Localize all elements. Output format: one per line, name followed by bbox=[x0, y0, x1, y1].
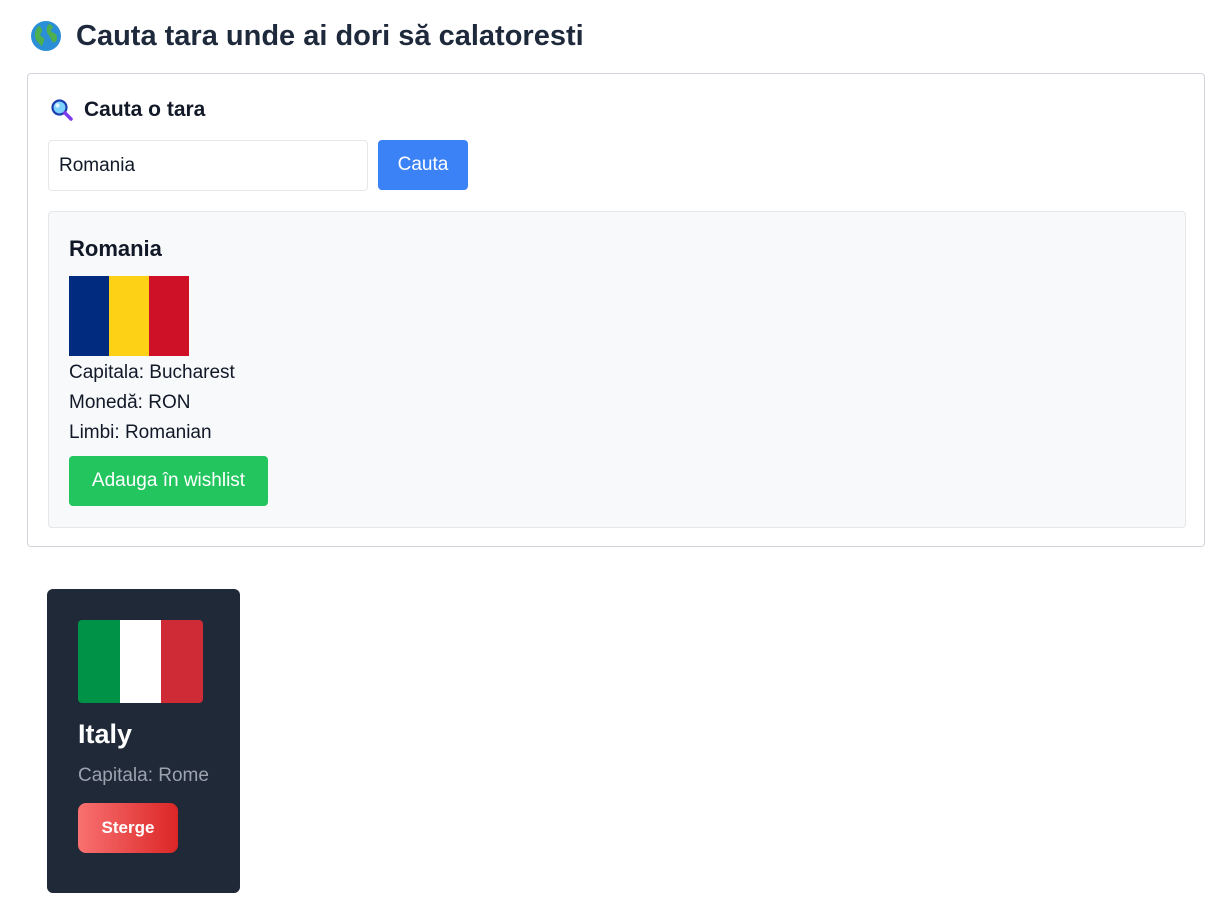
search-button[interactable]: Cauta bbox=[378, 140, 468, 190]
flag-stripe-red bbox=[161, 620, 203, 703]
wishlist-country-name: Italy bbox=[78, 719, 133, 749]
capital-detail: Capitala: Bucharest bbox=[69, 362, 235, 383]
wishlist-capital: Capitala: Rome bbox=[78, 765, 209, 786]
flag-stripe-yellow bbox=[109, 276, 149, 356]
result-country-name: Romania bbox=[69, 236, 162, 261]
search-card: Cauta o tara Cauta Romania Capitala: Buc… bbox=[27, 73, 1205, 547]
flag-stripe-blue bbox=[69, 276, 109, 356]
flag-stripe-red bbox=[149, 276, 189, 356]
flag-stripe-green bbox=[78, 620, 120, 703]
search-heading: Cauta o tara bbox=[50, 98, 205, 122]
currency-detail: Monedă: RON bbox=[69, 392, 191, 413]
flag-stripe-white bbox=[119, 620, 162, 703]
page-title-text: Cauta tara unde ai dori să calatoresti bbox=[76, 19, 584, 52]
search-heading-text: Cauta o tara bbox=[84, 98, 206, 121]
globe-icon bbox=[31, 21, 61, 51]
romania-flag-image bbox=[69, 276, 189, 356]
wishlist-card: Italy Capitala: Rome Sterge bbox=[47, 589, 240, 893]
delete-button[interactable]: Sterge bbox=[78, 803, 178, 853]
page-title: Cauta tara unde ai dori să calatoresti bbox=[30, 14, 584, 58]
languages-detail: Limbi: Romanian bbox=[69, 422, 212, 443]
magnifying-glass-icon bbox=[51, 99, 73, 121]
add-to-wishlist-button[interactable]: Adauga în wishlist bbox=[69, 456, 268, 506]
italy-flag-image bbox=[78, 620, 203, 703]
result-panel: Romania Capitala: Bucharest Monedă: RON … bbox=[48, 211, 1186, 528]
search-input[interactable] bbox=[48, 140, 368, 191]
